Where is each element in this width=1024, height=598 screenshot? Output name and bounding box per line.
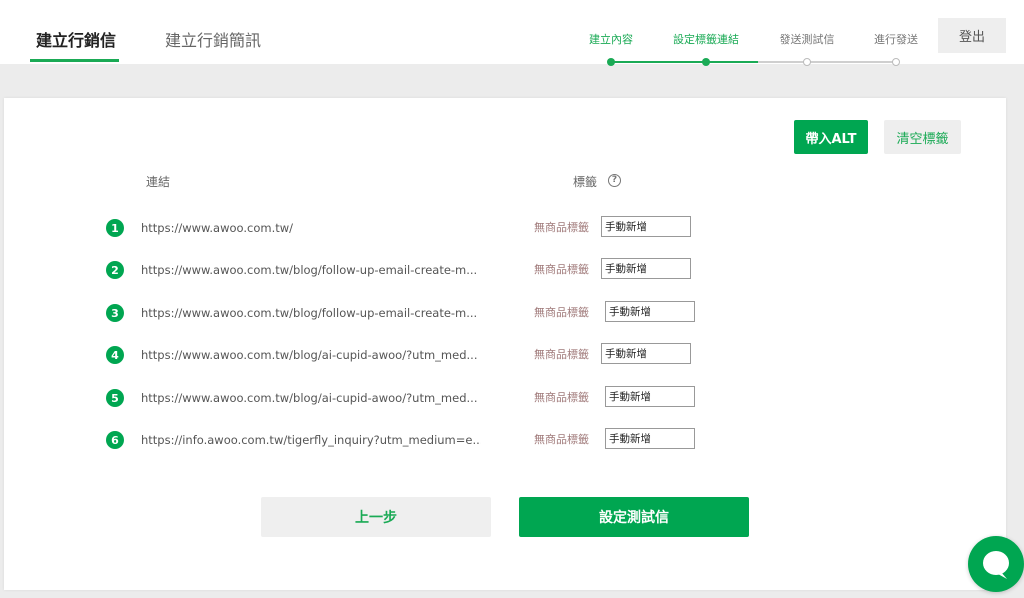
row-link-url: https://www.awoo.com.tw/: [141, 221, 294, 235]
step-dot-todo: [892, 58, 900, 66]
link-row: 6 https://info.awoo.com.tw/tigerfly_inqu…: [4, 428, 1006, 454]
row-tag-input[interactable]: [601, 216, 691, 237]
row-link-url: https://www.awoo.com.tw/blog/follow-up-e…: [141, 306, 478, 320]
row-tag-input[interactable]: [601, 343, 691, 364]
row-link-url: https://info.awoo.com.tw/tigerfly_inquir…: [141, 433, 481, 447]
row-number-badge: 6: [106, 431, 124, 449]
logout-button[interactable]: 登出: [938, 18, 1006, 53]
clear-tags-button[interactable]: 清空標籤: [884, 120, 961, 154]
tab-create-sms[interactable]: 建立行銷簡訊: [165, 30, 261, 52]
stepper-line-todo: [758, 61, 898, 63]
insert-alt-button[interactable]: 帶入ALT: [794, 120, 868, 154]
question-circle-icon[interactable]: ?: [608, 174, 621, 187]
row-no-product-tag: 無商品標籤: [534, 306, 589, 319]
row-tag-input[interactable]: [605, 301, 695, 322]
row-no-product-tag: 無商品標籤: [534, 433, 589, 446]
row-tag-input[interactable]: [605, 386, 695, 407]
row-no-product-tag: 無商品標籤: [534, 348, 589, 361]
top-bar: 建立行銷信 建立行銷簡訊 建立內容 設定標籤連結 發送測試信 進行發送 登出: [0, 0, 1024, 66]
tag-links-card: 帶入ALT 清空標籤 連結 標籤 ? 1 https://www.awoo.co…: [4, 98, 1006, 590]
row-number-badge: 5: [106, 389, 124, 407]
link-row: 1 https://www.awoo.com.tw/ 無商品標籤: [4, 216, 1006, 242]
set-test-email-button[interactable]: 設定測試信: [519, 497, 749, 537]
row-link-url: https://www.awoo.com.tw/blog/follow-up-e…: [141, 263, 478, 277]
row-tag-input[interactable]: [601, 258, 691, 279]
link-row: 5 https://www.awoo.com.tw/blog/ai-cupid-…: [4, 386, 1006, 412]
chat-launcher-button[interactable]: [968, 536, 1024, 592]
step-dot-current: [702, 58, 710, 66]
active-tab-underline: [30, 59, 119, 62]
step-label-send: 進行發送: [874, 33, 918, 46]
stepper-line-done: [610, 61, 706, 63]
column-header-link: 連結: [146, 175, 171, 189]
row-number-badge: 3: [106, 304, 124, 322]
step-dot-done: [607, 58, 615, 66]
row-no-product-tag: 無商品標籤: [534, 221, 589, 234]
link-row: 4 https://www.awoo.com.tw/blog/ai-cupid-…: [4, 343, 1006, 369]
tab-create-email[interactable]: 建立行銷信: [36, 30, 116, 52]
step-dot-todo: [803, 58, 811, 66]
row-no-product-tag: 無商品標籤: [534, 263, 589, 276]
row-tag-input[interactable]: [605, 428, 695, 449]
row-link-url: https://www.awoo.com.tw/blog/ai-cupid-aw…: [141, 391, 478, 405]
row-no-product-tag: 無商品標籤: [534, 391, 589, 404]
step-label-create-content: 建立內容: [589, 33, 633, 46]
row-number-badge: 4: [106, 346, 124, 364]
link-row: 3 https://www.awoo.com.tw/blog/follow-up…: [4, 301, 1006, 327]
step-label-set-tag-links: 設定標籤連結: [673, 33, 739, 46]
row-number-badge: 2: [106, 261, 124, 279]
column-header-tag: 標籤: [573, 175, 598, 189]
chat-bubble-icon: [983, 551, 1009, 579]
row-link-url: https://www.awoo.com.tw/blog/ai-cupid-aw…: [141, 348, 478, 362]
step-label-send-test: 發送測試信: [779, 33, 835, 46]
previous-step-button[interactable]: 上一步: [261, 497, 491, 537]
link-row: 2 https://www.awoo.com.tw/blog/follow-up…: [4, 258, 1006, 284]
row-number-badge: 1: [106, 219, 124, 237]
stepper-line-done: [706, 61, 758, 63]
